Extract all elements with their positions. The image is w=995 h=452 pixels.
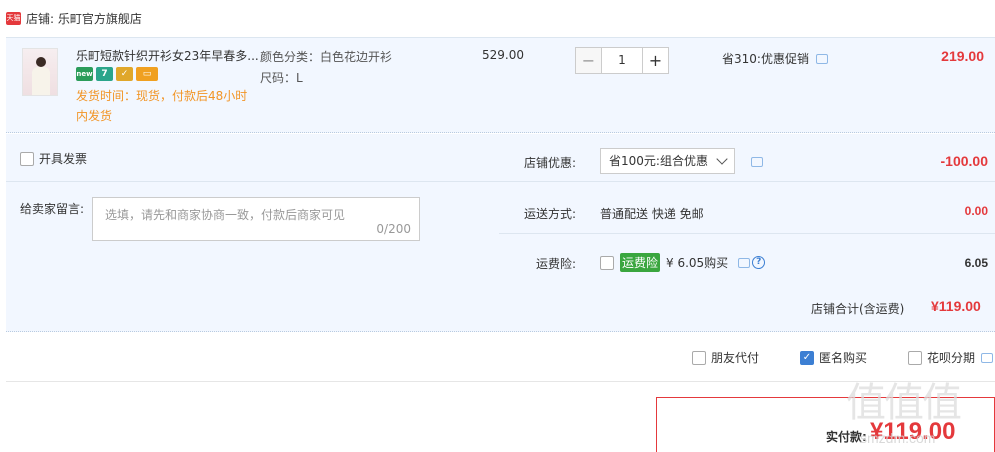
chat-bubble-icon[interactable] <box>981 352 994 363</box>
shop-discount-label: 店铺优惠: <box>524 156 577 170</box>
unit-price: 529.00 <box>482 48 524 62</box>
divider <box>6 181 499 182</box>
anonymous-option[interactable]: ✓ 匿名购买 <box>800 349 867 366</box>
insurance-option: 运费险 ¥ 6.05购买 ? <box>600 253 766 272</box>
huabei-label: 花呗分期 <box>927 351 976 365</box>
anonymous-label: 匿名购买 <box>819 351 868 365</box>
message-placeholder: 选填，请先和商家协商一致，付款后商家可见 <box>105 208 346 222</box>
chevron-down-icon <box>716 153 728 165</box>
invoice-checkbox[interactable] <box>20 151 34 166</box>
thumbnail-model-body <box>32 67 50 95</box>
message-label: 给卖家留言: <box>20 202 85 216</box>
seven-day-return-icon: 7 <box>96 67 113 81</box>
quantity-stepper: − 1 + <box>575 47 669 74</box>
store-total-value: ¥119.00 <box>931 298 981 314</box>
product-thumbnail[interactable] <box>22 48 58 96</box>
product-size-attr: 尺码：L <box>260 71 303 85</box>
chat-bubble-icon[interactable] <box>751 157 763 167</box>
item-promotion: 省310:优惠促销 <box>722 50 828 67</box>
message-char-count: 0/200 <box>376 222 411 236</box>
divider <box>499 181 995 182</box>
watermark-url: smzdm.com <box>860 430 936 446</box>
chat-bubble-icon[interactable] <box>815 53 828 64</box>
qty-decrease-button[interactable]: − <box>575 47 602 74</box>
insurance-checkbox[interactable] <box>600 255 614 270</box>
qty-increase-button[interactable]: + <box>642 47 669 74</box>
message-textarea[interactable]: 选填，请先和商家协商一致，付款后商家可见 0/200 <box>92 197 420 241</box>
store-total-label: 店铺合计(含运费) <box>811 302 905 316</box>
promotion-text: 省310:优惠促销 <box>722 52 809 66</box>
shop-name-link[interactable]: 店铺: 乐町官方旗舰店 <box>26 10 142 27</box>
insurance-tag: 运费险 <box>620 253 661 272</box>
insurance-amount: 6.05 <box>964 256 988 270</box>
friend-pay-label: 朋友代付 <box>711 351 760 365</box>
tmall-icon: 天猫 <box>6 11 21 25</box>
guarantee-shield-icon: ✓ <box>116 67 133 81</box>
anonymous-checkbox[interactable]: ✓ <box>800 350 814 365</box>
product-color-attr: 颜色分类：白色花边开衫 <box>260 50 393 64</box>
invoice-option[interactable]: 开具发票 <box>20 150 87 167</box>
thumbnail-model-head <box>36 57 46 67</box>
order-item-row: 乐町短款针织开衫女23年早春多... new 7 ✓ ▭ 发货时间：现货，付款后… <box>6 37 995 133</box>
friend-pay-checkbox[interactable] <box>692 350 706 365</box>
shipping-method: 普通配送 快递 免邮 <box>600 207 704 221</box>
shipping-label: 运送方式: <box>524 207 577 221</box>
qty-input[interactable]: 1 <box>602 47 642 74</box>
shop-discount-amount: -100.00 <box>940 153 988 169</box>
insurance-price: ¥ 6.05购买 <box>666 256 729 270</box>
shop-discount-selected: 省100元:组合优惠 <box>609 154 708 168</box>
insurance-label: 运费险: <box>536 257 577 271</box>
help-question-icon[interactable]: ? <box>752 256 766 269</box>
chat-bubble-icon[interactable] <box>738 257 751 268</box>
new-badge-icon: new <box>76 67 93 81</box>
credit-card-icon: ▭ <box>136 67 158 81</box>
ship-time-note: 发货时间：现货，付款后48小时内发货 <box>76 89 248 123</box>
service-badges: new 7 ✓ ▭ <box>76 67 158 81</box>
item-subtotal: 219.00 <box>941 48 984 64</box>
invoice-label: 开具发票 <box>39 152 88 166</box>
friend-pay-option[interactable]: 朋友代付 <box>692 349 759 366</box>
shipping-amount: 0.00 <box>964 204 988 218</box>
shop-header: 天猫 店铺: 乐町官方旗舰店 <box>6 10 142 26</box>
huabei-checkbox[interactable] <box>908 350 922 365</box>
huabei-option[interactable]: 花呗分期 <box>908 349 994 366</box>
shop-discount-select[interactable]: 省100元:组合优惠 <box>600 148 735 174</box>
product-title-link[interactable]: 乐町短款针织开衫女23年早春多... <box>76 47 258 64</box>
divider <box>499 233 995 234</box>
